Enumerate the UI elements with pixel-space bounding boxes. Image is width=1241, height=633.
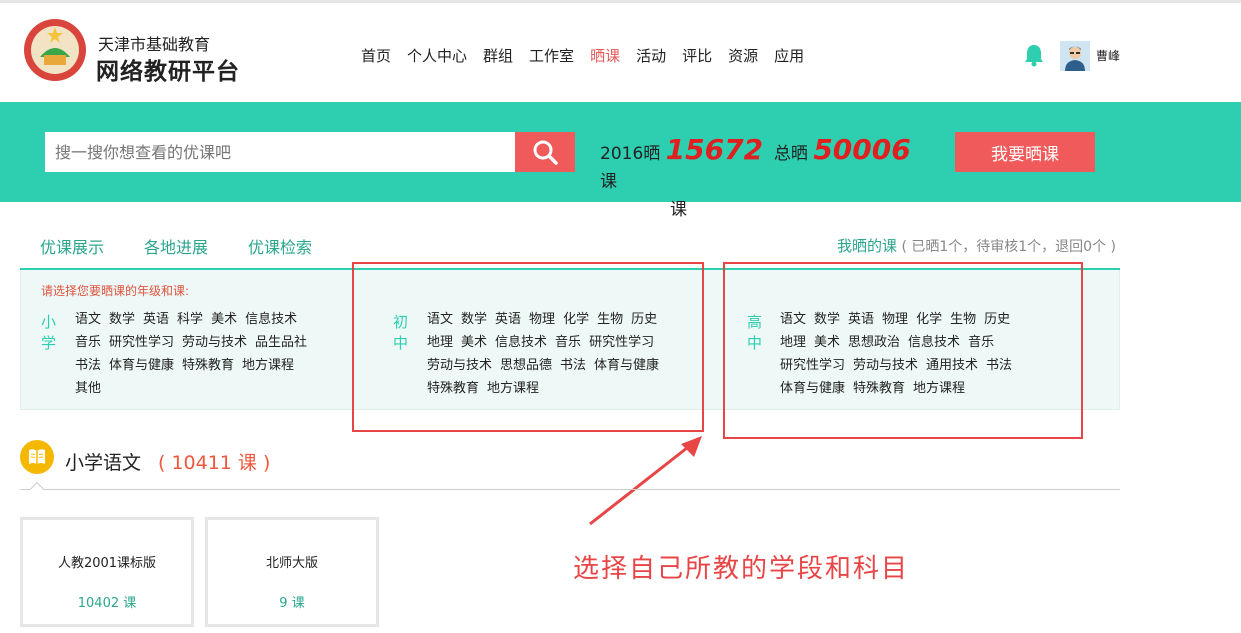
tab-search[interactable]: 优课检索 [248, 234, 312, 258]
share-course-button[interactable]: 我要晒课 [955, 132, 1095, 172]
bell-icon[interactable] [1023, 43, 1045, 67]
edition-count: 10402 课 [77, 596, 137, 611]
username[interactable]: 曹峰 [1096, 47, 1120, 64]
tab-progress[interactable]: 各地进展 [144, 234, 208, 258]
level-label-primary: 小学 [41, 313, 57, 352]
edition-name: 人教2001课标版 [57, 556, 157, 571]
subject-item[interactable]: 特殊教育 [182, 358, 234, 373]
stat-year-unit: 课 [670, 200, 687, 220]
logo-emblem-icon [24, 19, 86, 81]
main-nav: 首页 个人中心 群组 工作室 晒课 活动 评比 资源 应用 [361, 45, 804, 66]
nav-item-personal-center[interactable]: 个人中心 [407, 45, 467, 66]
subject-item[interactable]: 劳动与技术 [182, 335, 247, 350]
stat-year-label: 2016晒 [600, 144, 661, 164]
section-divider [20, 489, 1120, 490]
subject-item[interactable]: 美术 [211, 312, 237, 327]
tab-showcase[interactable]: 优课展示 [40, 234, 104, 258]
nav-item-groups[interactable]: 群组 [483, 45, 513, 66]
subject-item[interactable]: 语文 [75, 312, 101, 327]
edition-card[interactable]: 人教2001课标版 10402 课 [20, 517, 194, 627]
brand-title: 网络教研平台 [96, 59, 240, 85]
subject-item[interactable]: 数学 [109, 312, 135, 327]
nav-item-share-course[interactable]: 晒课 [590, 45, 620, 66]
search-banner: 2016晒 15672 总晒 50006 课 课 我要晒课 [0, 102, 1241, 220]
subject-item[interactable]: 地方课程 [242, 358, 294, 373]
section-count: ( 10411 课 ) [158, 452, 271, 474]
book-icon [20, 440, 54, 474]
stat-total-label: 总晒 [773, 144, 808, 164]
nav-item-apps[interactable]: 应用 [774, 45, 804, 66]
avatar[interactable] [1060, 41, 1090, 71]
nav-item-home[interactable]: 首页 [361, 45, 391, 66]
edition-count: 9 课 [279, 596, 305, 611]
subject-item[interactable]: 研究性学习 [109, 335, 174, 350]
nav-item-studio[interactable]: 工作室 [529, 45, 574, 66]
course-tabs: 优课展示 各地进展 优课检索 [40, 234, 312, 258]
edition-name: 北师大版 [265, 556, 318, 571]
section-pointer [29, 481, 45, 497]
highlight-box-middle [352, 262, 704, 432]
annotation-arrow-icon [589, 436, 702, 526]
nav-item-activities[interactable]: 活动 [636, 45, 666, 66]
search-input[interactable] [45, 132, 515, 172]
subject-item[interactable]: 科学 [177, 312, 203, 327]
nav-item-evaluation[interactable]: 评比 [682, 45, 712, 66]
subject-item[interactable]: 书法 [75, 358, 101, 373]
stat-total-unit: 课 [600, 172, 617, 192]
my-courses-status: ( 已晒1个，待审核1个，退回0个 ) [901, 239, 1116, 255]
stat-total-count: 50006 [813, 133, 911, 166]
search-icon [533, 140, 558, 165]
picker-hint: 请选择您要晒课的年级和课: [41, 284, 190, 298]
share-stats: 2016晒 15672 总晒 50006 课 课 [600, 136, 930, 224]
section-title: 小学语文 [65, 452, 142, 474]
subject-item[interactable]: 其他 [75, 381, 101, 396]
edition-card[interactable]: 北师大版 9 课 [205, 517, 379, 627]
subject-item[interactable]: 体育与健康 [109, 358, 174, 373]
my-courses: 我晒的课 ( 已晒1个，待审核1个，退回0个 ) [837, 235, 1116, 256]
header: 天津市基础教育 网络教研平台 首页 个人中心 群组 工作室 晒课 活动 评比 资… [0, 3, 1241, 102]
annotation-text: 选择自己所教的学段和科目 [573, 554, 910, 584]
nav-item-resources[interactable]: 资源 [728, 45, 758, 66]
highlight-box-high [723, 262, 1083, 439]
my-courses-link[interactable]: 我晒的课 [837, 237, 897, 255]
subject-item[interactable]: 品生品社 [255, 335, 307, 350]
subjects-primary: 语文 数学 英语 科学 美术 信息技术 音乐 研究性学习 劳动与技术 品生品社 书法 体育与健康特… [75, 308, 345, 400]
search-button[interactable] [515, 132, 575, 172]
stat-year-count: 15672 [665, 133, 764, 166]
subject-item[interactable]: 英语 [143, 312, 169, 327]
subject-item[interactable]: 音乐 [75, 335, 101, 350]
subject-item[interactable]: 信息技术 [245, 312, 297, 327]
